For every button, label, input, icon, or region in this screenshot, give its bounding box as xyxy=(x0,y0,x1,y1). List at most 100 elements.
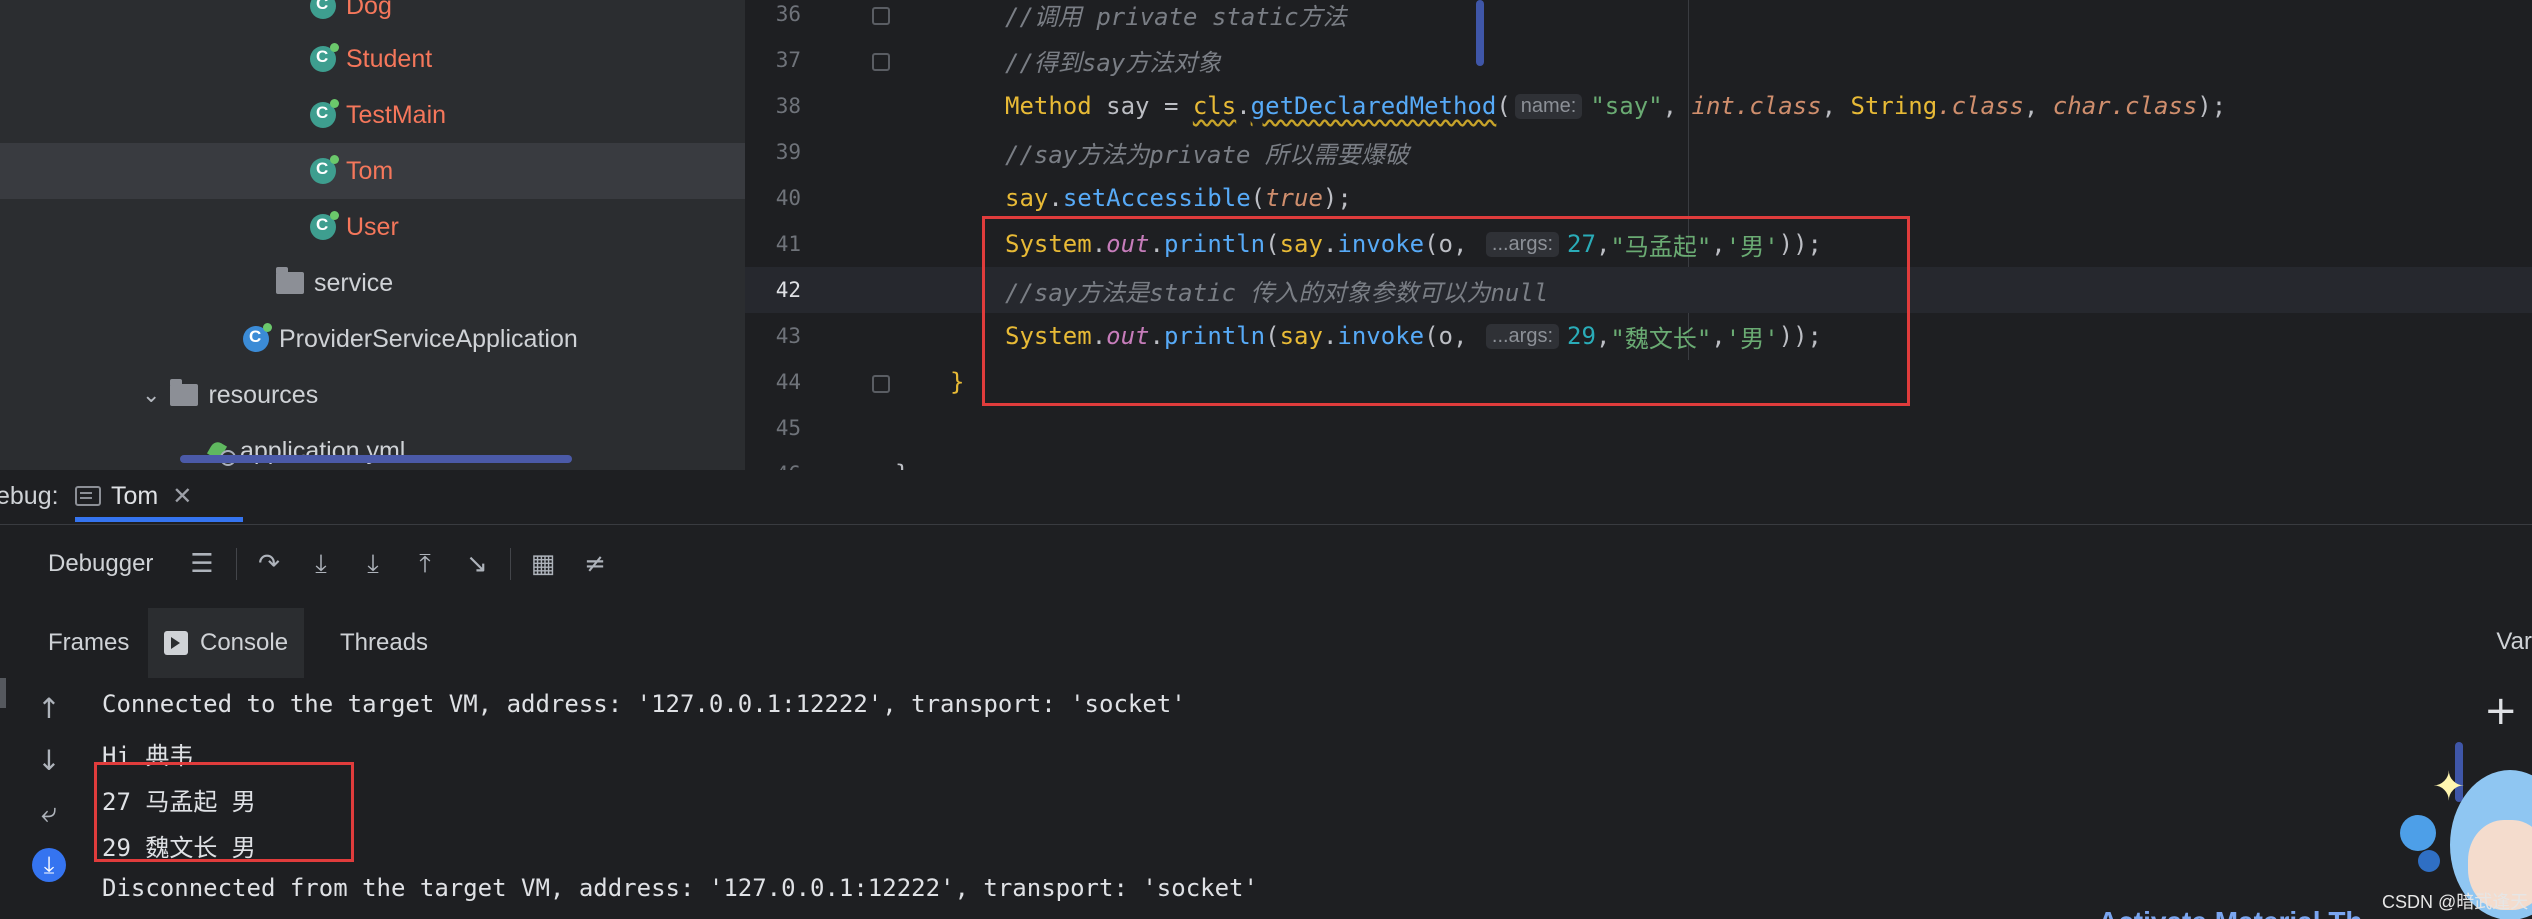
spring-app-icon xyxy=(243,323,272,352)
code-keyword: .class xyxy=(1937,92,2024,120)
step-out-icon[interactable]: ⤒ xyxy=(409,548,441,580)
highlight-box xyxy=(94,762,354,862)
code-text: ( xyxy=(1250,184,1266,212)
tree-item-provider-service-application[interactable]: ProviderServiceApplication xyxy=(0,311,745,367)
scroll-to-end-icon[interactable]: ⤓ xyxy=(32,848,66,882)
console-output[interactable]: ↑ ↓ ⤶ ⤓ Connected to the target VM, addr… xyxy=(0,678,2532,919)
code-line[interactable]: 39 //say方法为private 所以需要爆破 xyxy=(745,129,2532,175)
soft-wrap-icon[interactable]: ⤶ xyxy=(32,796,66,830)
tree-item-label: Student xyxy=(346,44,433,73)
debugger-label[interactable]: Debugger xyxy=(48,550,153,578)
code-brace: } xyxy=(895,460,909,470)
console-line: Connected to the target VM, address: '12… xyxy=(102,690,1186,718)
highlight-box xyxy=(982,216,1910,406)
line-number: 37 xyxy=(775,48,801,72)
code-comment: //调用 private static方法 xyxy=(1005,2,1347,31)
toolbar-divider xyxy=(510,548,511,580)
fold-marker-icon[interactable] xyxy=(872,53,890,71)
code-line[interactable]: 45 xyxy=(745,405,2532,451)
code-string: "say" xyxy=(1590,92,1663,120)
line-number: 38 xyxy=(775,94,801,118)
code-method: getDeclaredMethod xyxy=(1250,92,1497,120)
line-number: 41 xyxy=(775,232,801,256)
code-line[interactable]: 46 } xyxy=(745,451,2532,470)
class-icon xyxy=(310,43,339,72)
code-type: Method xyxy=(1005,92,1092,120)
code-type: String xyxy=(1850,92,1938,120)
tree-item-tom[interactable]: Tom xyxy=(0,143,745,199)
tree-item-label: service xyxy=(314,268,394,297)
arrow-up-icon[interactable]: ↑ xyxy=(32,692,66,726)
code-text: . xyxy=(1236,92,1251,120)
trace-icon[interactable]: ≠ xyxy=(579,548,611,580)
active-tab-indicator xyxy=(75,517,243,522)
code-method: setAccessible xyxy=(1062,184,1251,212)
code-keyword: int xyxy=(1691,92,1735,120)
tab-threads[interactable]: Threads xyxy=(340,608,428,678)
code-line[interactable]: 40 say . setAccessible ( true ); xyxy=(745,175,2532,221)
line-number: 39 xyxy=(775,140,801,164)
step-into-icon[interactable]: ⤓ xyxy=(305,548,337,580)
fold-marker-icon[interactable] xyxy=(872,375,890,393)
evaluate-expression-icon[interactable]: ▦ xyxy=(527,548,559,580)
tab-frames[interactable]: Frames xyxy=(48,608,129,678)
debug-subtabs: Frames Console Threads Var xyxy=(0,608,2532,678)
class-icon xyxy=(310,0,336,19)
code-text: , xyxy=(1821,92,1851,120)
tree-item-label: Tom xyxy=(346,156,394,185)
tree-item-dog[interactable]: Dog xyxy=(0,0,745,34)
debug-title: ebug: xyxy=(0,482,59,510)
code-variable: cls xyxy=(1192,92,1237,120)
code-text: ); xyxy=(1322,184,1352,212)
console-icon xyxy=(164,631,188,655)
tab-console-label: Console xyxy=(200,629,289,656)
arrow-down-icon[interactable]: ↓ xyxy=(32,744,66,778)
tab-console[interactable]: Console xyxy=(148,608,305,678)
run-to-cursor-icon[interactable]: ↘ xyxy=(461,548,493,580)
debug-toolbar: Debugger ☰ ↷ ⤓ ⤓ ⤒ ↘ ▦ ≠ xyxy=(0,530,2532,600)
chevron-down-icon[interactable]: ⌄ xyxy=(142,382,160,408)
line-number: 43 xyxy=(775,324,801,348)
class-icon xyxy=(310,155,339,184)
line-number: 44 xyxy=(775,370,801,394)
code-variable: say xyxy=(1005,184,1049,212)
code-text: . xyxy=(1048,184,1063,212)
code-line[interactable]: 38 Method say = cls . getDeclaredMethod … xyxy=(745,83,2532,129)
tree-item-testmain[interactable]: TestMain xyxy=(0,87,745,143)
class-icon xyxy=(310,99,339,128)
parameter-hint: name: xyxy=(1514,93,1583,119)
sparkle-icon: ✦ xyxy=(2432,765,2466,809)
code-line[interactable]: 36 //调用 private static方法 xyxy=(745,0,2532,37)
tree-item-label: resources xyxy=(208,380,319,409)
fold-marker-icon[interactable] xyxy=(872,7,890,25)
line-number: 40 xyxy=(775,186,801,210)
tree-item-label: TestMain xyxy=(346,100,447,129)
horizontal-scrollbar[interactable] xyxy=(180,455,572,463)
tree-item-resources[interactable]: ⌄ resources xyxy=(0,367,745,423)
code-keyword: char xyxy=(2052,92,2111,120)
tree-item-student[interactable]: Student xyxy=(0,31,745,87)
resources-folder-icon xyxy=(170,379,199,406)
plus-icon[interactable]: + xyxy=(2484,688,2518,734)
code-brace: } xyxy=(950,368,965,396)
code-editor[interactable]: 36 //调用 private static方法 37 //得到say方法对象 … xyxy=(745,0,2532,470)
gutter-strip xyxy=(0,678,6,708)
code-keyword: true xyxy=(1265,184,1323,212)
watermark: CSDN @暗武逢天 xyxy=(2382,892,2529,912)
tab-tom[interactable]: Tom ✕ xyxy=(75,470,192,522)
tree-item-service[interactable]: service xyxy=(0,255,745,311)
project-tree: Dog Student TestMain Tom User service Pr… xyxy=(0,0,745,470)
code-text: ); xyxy=(2197,92,2227,120)
step-over-icon[interactable]: ↷ xyxy=(253,548,285,580)
force-step-into-icon[interactable]: ⤓ xyxy=(357,548,389,580)
code-keyword: .class xyxy=(1734,92,1822,120)
code-keyword: .class xyxy=(2110,92,2198,120)
code-line[interactable]: 37 //得到say方法对象 xyxy=(745,37,2532,83)
close-icon[interactable]: ✕ xyxy=(172,482,192,511)
tab-variables[interactable]: Var xyxy=(2496,628,2532,656)
line-number: 46 xyxy=(745,462,801,470)
tree-item-user[interactable]: User xyxy=(0,199,745,255)
tree-item-label: User xyxy=(346,212,399,241)
menu-icon[interactable]: ☰ xyxy=(186,548,218,580)
activate-theme-link[interactable]: Activate Material Th xyxy=(2098,906,2398,919)
